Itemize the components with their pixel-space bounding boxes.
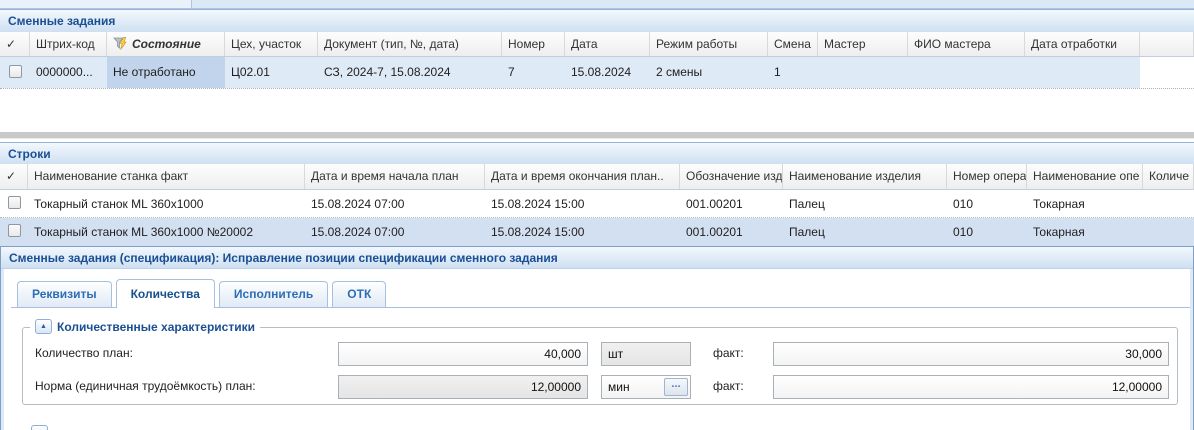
cell-work-date[interactable] (1025, 57, 1140, 88)
rows-table: ✓ Наименование станка факт Дата и время … (0, 164, 1194, 246)
row-checkbox-cell (0, 218, 28, 246)
cell-machine[interactable]: Токарный станок ML 360x1000 №20002 (28, 218, 305, 246)
column-header-product-code[interactable]: Обозначение изд (680, 164, 783, 189)
column-header-work-mode[interactable]: Режим работы (650, 32, 768, 56)
row-checkbox[interactable] (8, 224, 21, 237)
column-header-product-name[interactable]: Наименование изделия (783, 164, 947, 189)
column-header-spacer (1140, 32, 1194, 56)
column-header-op-name[interactable]: Наименование опе (1027, 164, 1143, 189)
row-checkbox[interactable] (9, 65, 22, 78)
table-row[interactable]: Токарный станок ML 360x1000 15.08.2024 0… (0, 190, 1194, 218)
cell-date[interactable]: 15.08.2024 (565, 57, 650, 88)
cell-product-name[interactable]: Палец (783, 218, 947, 246)
top-edge-tab-remnant (0, 0, 192, 8)
empty-grid-area (0, 89, 1194, 132)
cell-number[interactable]: 7 (502, 57, 565, 88)
tab-ispolnitel[interactable]: Исполнитель (219, 281, 328, 307)
label-norm-fact: факт: (713, 379, 744, 393)
row-checkbox-cell (0, 190, 28, 217)
cell-qty[interactable] (1143, 190, 1194, 217)
norm-fact-input[interactable] (773, 375, 1169, 399)
column-header-date[interactable]: Дата (565, 32, 650, 56)
norm-unit-wrap: ... (601, 375, 691, 399)
column-header-master[interactable]: Мастер (818, 32, 908, 56)
rows-header-row: ✓ Наименование станка факт Дата и время … (0, 164, 1194, 190)
quantity-fact-input[interactable] (773, 342, 1169, 366)
cell-work-mode[interactable]: 2 смены (650, 57, 768, 88)
table-row-selected[interactable]: Токарный станок ML 360x1000 №20002 15.08… (0, 218, 1194, 246)
collapse-next-group-button[interactable] (31, 425, 48, 430)
label-quantity-plan: Количество план: (35, 346, 133, 360)
quantity-unit-input[interactable] (601, 342, 691, 366)
label-quantity-fact: факт: (713, 346, 744, 360)
rows-panel-title: Строки (0, 142, 1194, 164)
rows-panel: Строки ✓ Наименование станка факт Дата и… (0, 142, 1194, 246)
cell-qty[interactable] (1143, 218, 1194, 246)
column-header-state-label: Состояние (132, 37, 201, 51)
cell-end[interactable]: 15.08.2024 15:00 (485, 190, 680, 217)
column-header-document[interactable]: Документ (тип, №, дата) (318, 32, 502, 56)
select-all-column-header[interactable]: ✓ (0, 164, 28, 189)
collapse-group-button[interactable]: ▲ (35, 319, 52, 334)
cell-master[interactable] (818, 57, 908, 88)
editor-panel-title: Сменные задания (спецификация): Исправле… (1, 247, 1193, 269)
cell-op-number[interactable]: 010 (947, 190, 1027, 217)
column-header-machine-fact[interactable]: Наименование станка факт (28, 164, 305, 189)
top-edge-strip (0, 0, 1194, 9)
cell-workshop[interactable]: Ц02.01 (225, 57, 318, 88)
cell-start[interactable]: 15.08.2024 07:00 (305, 190, 485, 217)
tab-rekvizity[interactable]: Реквизиты (17, 281, 112, 307)
column-header-end-plan[interactable]: Дата и время окончания план.. (485, 164, 680, 189)
column-header-barcode[interactable]: Штрих-код (30, 32, 107, 56)
cell-op-name[interactable]: Токарная (1027, 190, 1143, 217)
cell-barcode[interactable]: 0000000... (30, 57, 107, 88)
column-header-qty[interactable]: Количе (1143, 164, 1194, 189)
select-all-column-header[interactable]: ✓ (0, 32, 30, 56)
cell-shift[interactable]: 1 (768, 57, 818, 88)
cell-state[interactable]: Не отработано (107, 57, 225, 88)
column-header-shift[interactable]: Смена (768, 32, 818, 56)
norm-plan-input[interactable] (338, 375, 588, 399)
horizontal-splitter[interactable] (0, 132, 1194, 139)
column-header-master-name[interactable]: ФИО мастера (908, 32, 1025, 56)
unit-picker-ellipsis-button[interactable]: ... (664, 378, 688, 396)
cell-op-number[interactable]: 010 (947, 218, 1027, 246)
filter-lightning-icon (113, 37, 128, 53)
cell-op-name[interactable]: Токарная (1027, 218, 1143, 246)
tab-kolichestva[interactable]: Количества (116, 279, 215, 308)
shift-tasks-table: ✓ Штрих-код Состояние Цех, участок Докум… (0, 32, 1194, 89)
cell-start[interactable]: 15.08.2024 07:00 (305, 218, 485, 246)
quantity-characteristics-group: ▲ Количественные характеристики Количест… (22, 327, 1178, 405)
shift-tasks-header-row: ✓ Штрих-код Состояние Цех, участок Докум… (0, 32, 1194, 57)
quantity-plan-input[interactable] (338, 342, 588, 366)
specification-editor-panel: Сменные задания (спецификация): Исправле… (0, 246, 1194, 430)
quantity-unit-wrap (601, 342, 691, 366)
cell-machine[interactable]: Токарный станок ML 360x1000 (28, 190, 305, 217)
row-checkbox-cell (0, 57, 30, 88)
editor-tab-bar: Реквизиты Количества Исполнитель ОТК (11, 269, 1190, 308)
column-header-op-number[interactable]: Номер опера (947, 164, 1027, 189)
shift-task-row[interactable]: 0000000... Не отработано Ц02.01 СЗ, 2024… (0, 57, 1194, 89)
group-legend: ▲ Количественные характеристики (30, 319, 260, 334)
label-norm-plan: Норма (единичная трудоёмкость) план: (35, 379, 256, 393)
cell-spacer (1140, 57, 1194, 88)
tab-otk[interactable]: ОТК (332, 281, 386, 307)
cell-product-name[interactable]: Палец (783, 190, 947, 217)
group-legend-label: Количественные характеристики (57, 320, 255, 334)
shift-tasks-panel-title: Сменные задания (0, 9, 1194, 32)
cell-master-name[interactable] (908, 57, 1025, 88)
editor-body: Реквизиты Количества Исполнитель ОТК ▲ К… (1, 269, 1193, 430)
column-header-number[interactable]: Номер (502, 32, 565, 56)
cell-product-code[interactable]: 001.00201 (680, 190, 783, 217)
column-header-start-plan[interactable]: Дата и время начала план (305, 164, 485, 189)
row-checkbox[interactable] (8, 196, 21, 209)
column-header-workshop[interactable]: Цех, участок (225, 32, 318, 56)
cell-document[interactable]: СЗ, 2024-7, 15.08.2024 (318, 57, 502, 88)
cell-end[interactable]: 15.08.2024 15:00 (485, 218, 680, 246)
column-header-work-date[interactable]: Дата отработки (1025, 32, 1140, 56)
shift-tasks-panel: Сменные задания ✓ Штрих-код Состояние Це… (0, 9, 1194, 89)
column-header-state[interactable]: Состояние (107, 32, 225, 56)
cell-product-code[interactable]: 001.00201 (680, 218, 783, 246)
